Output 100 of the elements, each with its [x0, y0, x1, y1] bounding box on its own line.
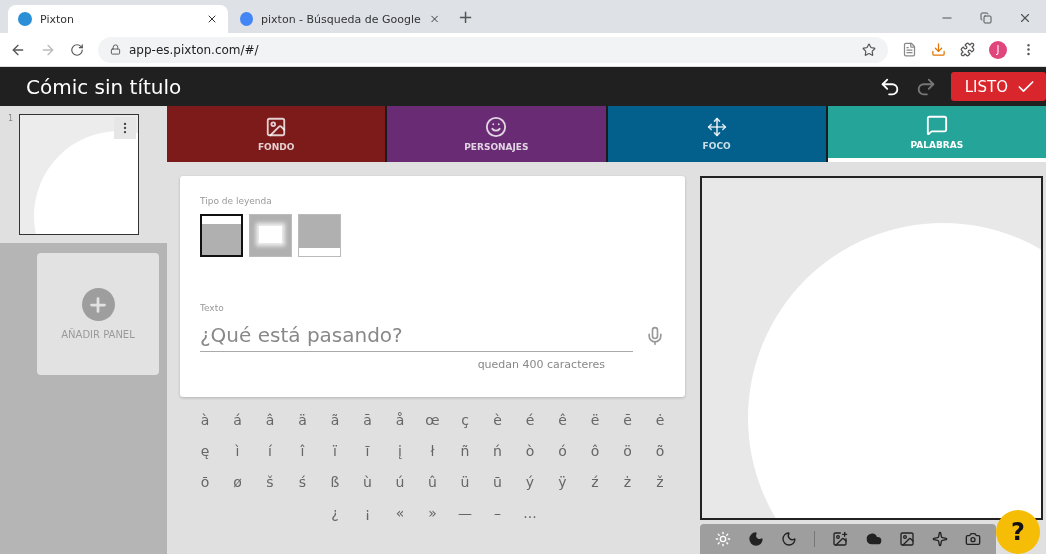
character-key[interactable]: ÿ	[546, 469, 579, 494]
plus-icon	[81, 288, 115, 321]
url-text: app-es.pixton.com/#/	[129, 42, 260, 57]
character-key[interactable]: ž	[643, 469, 677, 494]
editor-tab[interactable]: FOCO	[607, 106, 826, 162]
done-button[interactable]: LISTO	[950, 72, 1046, 101]
caption-type-label: Tipo de leyenda	[200, 196, 273, 206]
star-icon[interactable]	[862, 42, 876, 57]
character-key[interactable]: ë	[578, 407, 612, 432]
character-key[interactable]: ô	[578, 438, 612, 463]
character-key[interactable]: ó	[546, 438, 579, 463]
camera-icon[interactable]	[965, 531, 982, 547]
character-key[interactable]: ø	[221, 469, 254, 494]
character-key[interactable]: ¡	[351, 500, 384, 525]
crescent-icon[interactable]	[781, 531, 798, 547]
character-key[interactable]: ü	[448, 469, 482, 494]
character-key[interactable]: á	[221, 407, 254, 432]
character-key[interactable]: ý	[513, 469, 547, 494]
character-key[interactable]: û	[416, 469, 449, 494]
character-key[interactable]: ã	[318, 407, 352, 432]
close-icon[interactable]	[1018, 11, 1032, 25]
character-key[interactable]: î	[286, 438, 319, 463]
puzzle-icon[interactable]	[960, 42, 975, 57]
character-key[interactable]: ź	[578, 469, 612, 494]
character-key[interactable]: ł	[416, 438, 449, 463]
more-icon[interactable]	[114, 117, 137, 139]
character-key[interactable]: «	[383, 500, 417, 525]
face-icon	[485, 116, 508, 138]
favicon-icon	[18, 12, 32, 26]
character-key[interactable]: ō	[188, 469, 222, 494]
character-key[interactable]: à	[188, 407, 222, 432]
character-key[interactable]: í	[253, 438, 287, 463]
moon-icon[interactable]	[747, 531, 764, 547]
cloud-icon[interactable]	[865, 531, 882, 547]
comic-panel-canvas[interactable]	[700, 176, 1043, 520]
panel-thumbnail[interactable]	[19, 114, 140, 235]
favicon-icon	[240, 12, 254, 26]
sun-icon[interactable]	[714, 531, 731, 547]
sparkle-icon[interactable]	[932, 531, 949, 547]
character-key[interactable]: ñ	[448, 438, 482, 463]
microphone-icon[interactable]	[645, 325, 665, 346]
close-icon[interactable]	[206, 13, 218, 25]
character-key[interactable]: è	[481, 407, 514, 432]
character-key[interactable]: »	[416, 500, 449, 525]
editor-tab[interactable]: PERSONAJES	[387, 106, 606, 162]
tab-title: pixton - Búsqueda de Google	[261, 12, 421, 26]
character-key[interactable]: œ	[416, 407, 449, 432]
character-key[interactable]: —	[448, 500, 482, 525]
reload-icon[interactable]	[70, 42, 84, 57]
help-button[interactable]: ?	[996, 510, 1040, 554]
new-tab-button[interactable]: +	[458, 6, 474, 33]
comic-title: Cómic sin título	[26, 74, 183, 99]
character-key[interactable]: ä	[286, 407, 319, 432]
document-icon[interactable]	[902, 42, 917, 57]
character-key[interactable]: ï	[318, 438, 352, 463]
character-key[interactable]: ...	[513, 500, 547, 525]
character-key[interactable]: ú	[383, 469, 417, 494]
speech-bubble-icon	[925, 114, 948, 136]
character-key[interactable]: š	[253, 469, 287, 494]
caption-type-option[interactable]	[200, 214, 243, 257]
character-key[interactable]: –	[481, 500, 514, 525]
character-key[interactable]: ê	[546, 407, 579, 432]
character-key[interactable]: ę	[188, 438, 222, 463]
panel-number: 1	[8, 114, 14, 125]
move-icon	[706, 117, 727, 137]
download-icon[interactable]	[931, 42, 946, 57]
editor-tab[interactable]: PALABRAS	[827, 106, 1046, 162]
address-bar[interactable]: app-es.pixton.com/#/	[98, 36, 888, 63]
character-key[interactable]: ū	[481, 469, 514, 494]
character-key[interactable]: ù	[351, 469, 384, 494]
text-label: Texto	[200, 303, 225, 313]
character-key[interactable]: ė	[643, 407, 677, 432]
character-key[interactable]: ś	[286, 469, 319, 494]
character-counter: quedan 400 caracteres	[477, 358, 605, 371]
character-key[interactable]: ß	[318, 469, 352, 494]
browser-tab[interactable]: pixton - Búsqueda de Google	[230, 5, 450, 33]
character-key[interactable]: å	[383, 407, 417, 432]
image-icon	[265, 116, 288, 138]
character-key[interactable]: õ	[643, 438, 677, 463]
image-icon[interactable]	[898, 531, 915, 547]
character-key[interactable]: ā	[351, 407, 384, 432]
character-key[interactable]: ń	[481, 438, 514, 463]
browser-tab[interactable]: Pixton	[8, 5, 228, 33]
editor-tab[interactable]: FONDO	[167, 106, 386, 162]
character-key[interactable]: ī	[351, 438, 384, 463]
character-key[interactable]: é	[513, 407, 547, 432]
character-key[interactable]: į	[383, 438, 417, 463]
character-key[interactable]: ç	[448, 407, 482, 432]
tab-title: Pixton	[40, 12, 75, 26]
character-key[interactable]: â	[253, 407, 287, 432]
character-key[interactable]: ż	[611, 469, 644, 494]
add-image-icon[interactable]	[832, 531, 849, 547]
lock-icon	[110, 44, 121, 55]
restore-icon[interactable]	[980, 12, 992, 24]
profile-avatar[interactable]: J	[989, 40, 1007, 59]
character-key[interactable]: ¿	[318, 500, 352, 525]
character-key[interactable]: ē	[611, 407, 644, 432]
character-key[interactable]: ì	[221, 438, 254, 463]
character-key[interactable]: ò	[513, 438, 547, 463]
character-key[interactable]: ö	[611, 438, 644, 463]
